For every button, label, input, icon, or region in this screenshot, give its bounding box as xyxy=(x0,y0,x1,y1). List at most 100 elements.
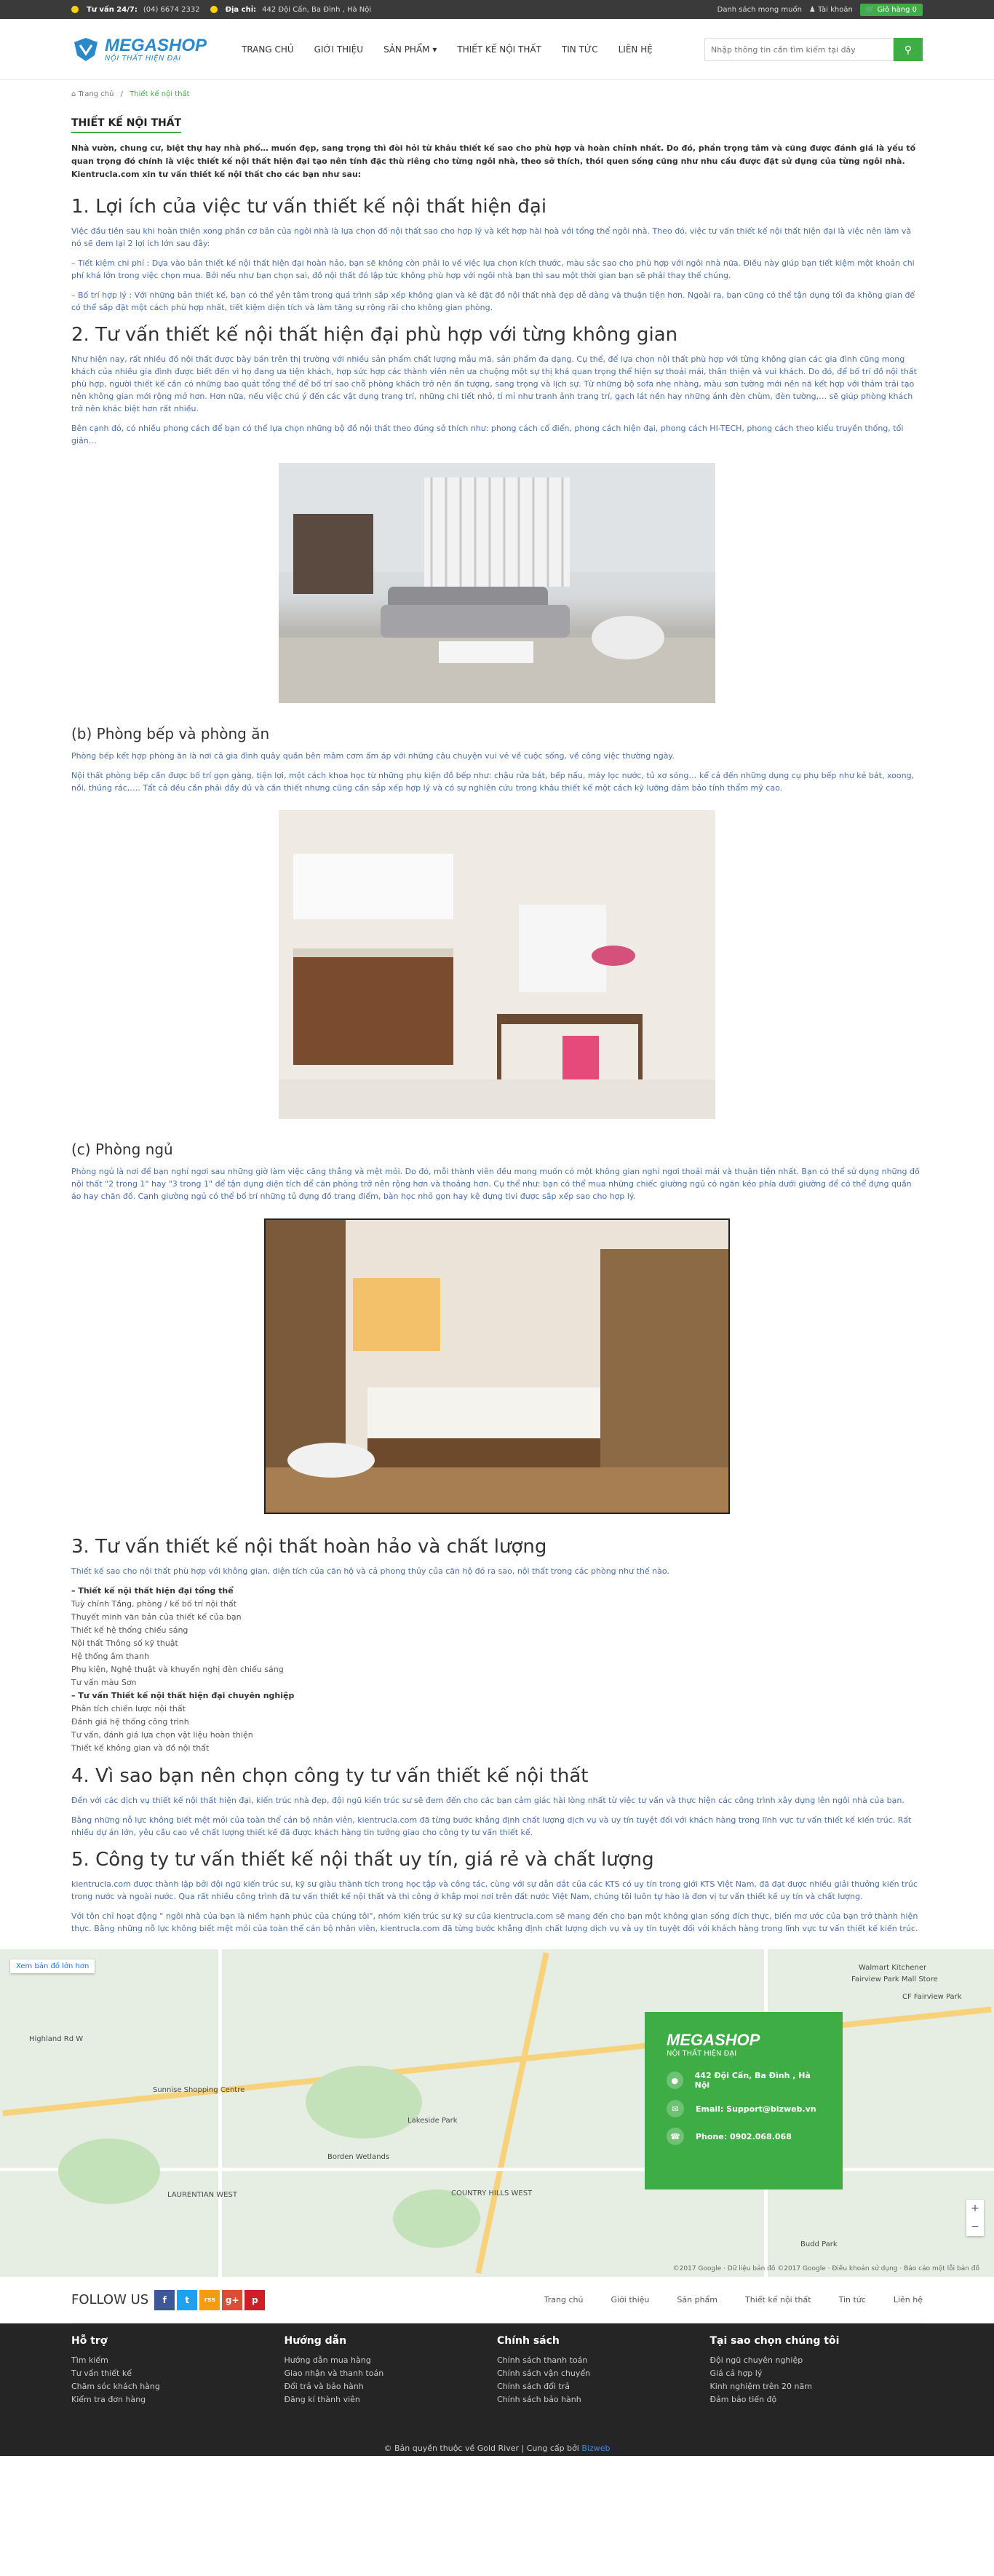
footer-col-guide: Hướng dẫn Hướng dẫn mua hàng Giao nhận v… xyxy=(285,2335,498,2406)
footer-link[interactable]: Tư vấn thiết kế xyxy=(71,2367,285,2380)
list-item: – Tư vấn Thiết kế nội thất hiện đại chuy… xyxy=(71,1691,295,1700)
footer-link[interactable]: Chính sách đổi trả xyxy=(497,2380,710,2393)
copyright-text: © Bản quyền thuộc về Gold River | Cung c… xyxy=(383,2444,579,2453)
facebook-icon[interactable]: f xyxy=(154,2289,175,2310)
wishlist-link[interactable]: Danh sách mong muốn xyxy=(717,6,802,14)
twitter-icon[interactable]: t xyxy=(177,2289,198,2310)
article: THIẾT KẾ NỘI THẤT Nhà vườn, chung cư, bi… xyxy=(71,98,923,1935)
footer-link[interactable]: Tìm kiếm xyxy=(71,2354,285,2367)
footer-nav-news[interactable]: Tin tức xyxy=(839,2295,866,2304)
footer-link[interactable]: Đăng kí thành viên xyxy=(285,2393,498,2406)
footer-col-title: Hướng dẫn xyxy=(284,2335,347,2347)
follow-label: FOLLOW US xyxy=(71,2292,149,2307)
footer-col-why-us: Tại sao chọn chúng tôi Đội ngũ chuyên ng… xyxy=(710,2335,923,2406)
breadcrumb-separator: / xyxy=(120,90,124,98)
card-phone-row: ☎ Phone: 0902.068.068 xyxy=(667,2128,821,2145)
address-text: 442 Đội Cấn, Ba Đình , Hà Nội xyxy=(262,5,372,14)
account-link[interactable]: ♟ Tài khoản xyxy=(809,6,853,14)
nav-interior-design[interactable]: THIẾT KẾ NỘI THẤT xyxy=(447,19,552,80)
footer-link[interactable]: Hướng dẫn mua hàng xyxy=(285,2354,498,2367)
footer-link[interactable]: Chính sách thanh toán xyxy=(497,2354,710,2367)
section-2b-paragraph-2: Nội thất phòng bếp cần được bố trí gọn g… xyxy=(71,771,915,793)
footer-link[interactable]: Chính sách vận chuyển xyxy=(497,2367,710,2380)
map-zoom-control[interactable]: + − xyxy=(966,2200,984,2236)
store-map[interactable]: Sunnise Shopping Centre LAURENTIAN WEST … xyxy=(0,1949,994,2277)
card-email[interactable]: Email: Support@bizweb.vn xyxy=(696,2104,816,2114)
map-attribution: ©2017 Google · Dữ liệu bản đồ ©2017 Goog… xyxy=(672,2265,979,2272)
section-2-paragraph: Như hiện nay, rất nhiều đồ nội thất được… xyxy=(71,354,917,413)
search-icon: ⚲ xyxy=(904,43,913,55)
user-icon: ♟ xyxy=(808,5,819,14)
nav-home[interactable]: TRANG CHỦ xyxy=(231,19,304,80)
map-label: Borden Wetlands xyxy=(327,2153,390,2161)
list-item: Nội thất Thông số kỹ thuật xyxy=(71,1638,178,1648)
breadcrumb-home[interactable]: Trang chủ xyxy=(79,90,114,98)
page-title: THIẾT KẾ NỘI THẤT xyxy=(71,117,182,133)
top-bar: Tư vấn 24/7: (04) 6674 2332 Địa chỉ: 442… xyxy=(0,0,994,19)
cart-icon: 🛒 xyxy=(865,5,878,14)
rss-icon[interactable]: rss xyxy=(199,2289,220,2310)
section-1-benefit-layout: – Bố trí hợp lý : Với những bản thiết kế… xyxy=(71,290,915,312)
provider-link[interactable]: Bizweb xyxy=(581,2444,610,2453)
list-item: Tuỳ chỉnh Tầng, phòng / kế bố trí nội th… xyxy=(71,1599,237,1609)
footer-link[interactable]: Đổi trả và bảo hành xyxy=(285,2380,498,2393)
footer-col-policy: Chính sách Chính sách thanh toán Chính s… xyxy=(497,2335,710,2406)
card-address-row: ● 442 Đội Cấn, Ba Đình , Hà Nội xyxy=(667,2071,821,2090)
cart-button[interactable]: 🛒 Giỏ hàng 0 xyxy=(859,3,923,16)
section-5-title: 5. Công ty tư vấn thiết kế nội thất uy t… xyxy=(71,1849,654,1871)
phone-icon xyxy=(71,5,81,14)
logo[interactable]: MEGASHOP NỘI THẤT HIỆN ĐẠI xyxy=(71,35,217,64)
address-label: Địa chỉ: xyxy=(225,5,257,14)
footer-link[interactable]: Kiểm tra đơn hàng xyxy=(71,2393,285,2406)
section-2c-title: (c) Phòng ngủ xyxy=(71,1141,173,1158)
footer-nav-interior[interactable]: Thiết kế nội thất xyxy=(745,2295,811,2304)
section-4-paragraph-1: Đến với các dịch vụ thiết kế nội thất hi… xyxy=(71,1796,904,1805)
footer-nav: Trang chủ Giới thiệu Sản phẩm Thiết kế n… xyxy=(544,2295,923,2304)
nav-about[interactable]: GIỚI THIỆU xyxy=(304,19,373,80)
card-phone[interactable]: Phone: 0902.068.068 xyxy=(696,2132,792,2141)
map-expand-link[interactable]: Xem bản đồ lớn hơn xyxy=(10,1959,95,1973)
map-label: Fairview Park Mall Store xyxy=(851,1975,938,1983)
footer-nav-contact[interactable]: Liên hệ xyxy=(894,2295,923,2304)
logo-name: MEGASHOP xyxy=(105,35,207,55)
search-button[interactable]: ⚲ xyxy=(894,38,923,61)
breadcrumb-current: Thiết kế nội thất xyxy=(130,90,190,98)
section-2-title: 2. Tư vấn thiết kế nội thất hiện đại phù… xyxy=(71,324,678,346)
pinterest-icon[interactable]: p xyxy=(244,2289,266,2310)
map-label: Lakeside Park xyxy=(407,2117,458,2125)
footer-link[interactable]: Giao nhận và thanh toán xyxy=(285,2367,498,2380)
nav-contact[interactable]: LIÊN HỆ xyxy=(608,19,663,80)
nav-products[interactable]: SẢN PHẨM ▾ xyxy=(373,19,447,80)
logo-tagline: NỘI THẤT HIỆN ĐẠI xyxy=(105,54,181,63)
living-room-image xyxy=(279,463,715,703)
section-3-title: 3. Tư vấn thiết kế nội thất hoàn hảo và … xyxy=(71,1536,547,1558)
map-label: LAURENTIAN WEST xyxy=(167,2191,237,2199)
footer-link[interactable]: Chăm sóc khách hàng xyxy=(71,2380,285,2393)
list-item: Thiết kế hệ thống chiếu sáng xyxy=(71,1625,188,1635)
footer-link[interactable]: Chính sách bảo hành xyxy=(497,2393,710,2406)
section-2-styles: Bên cạnh đó, có nhiều phong cách để bạn … xyxy=(71,424,904,445)
footer-link[interactable]: Kinh nghiệm trên 20 năm xyxy=(710,2380,923,2393)
footer-nav-about[interactable]: Giới thiệu xyxy=(611,2295,649,2304)
nav-news[interactable]: TIN TỨC xyxy=(552,19,608,80)
footer-col-title: Chính sách xyxy=(497,2335,560,2347)
card-tagline: NỘI THẤT HIỆN ĐẠI xyxy=(667,2050,737,2058)
breadcrumb: ⌂ Trang chủ / Thiết kế nội thất xyxy=(71,90,923,98)
search-input[interactable] xyxy=(704,38,894,61)
footer-nav-products[interactable]: Sản phẩm xyxy=(677,2295,717,2304)
section-5-paragraph-1: kientrucla.com được thành lập bởi đội ng… xyxy=(71,1879,918,1901)
hotline-number[interactable]: (04) 6674 2332 xyxy=(143,6,200,14)
mail-icon: ✉ xyxy=(667,2100,684,2117)
list-item: – Thiết kế nội thất hiện đại tổng thể xyxy=(71,1586,234,1596)
list-item: Thiết kế không gian và đồ nội thất xyxy=(71,1743,210,1753)
footer-nav-home[interactable]: Trang chủ xyxy=(544,2295,584,2304)
list-item: Tư vấn màu Sơn xyxy=(71,1678,137,1687)
follow-bar: FOLLOW US f t rss g+ p Trang chủ Giới th… xyxy=(71,2277,923,2323)
list-item: Thuyết minh văn bản của thiết kế của bạn xyxy=(71,1612,242,1622)
google-plus-icon[interactable]: g+ xyxy=(222,2289,243,2310)
footer-link[interactable]: Đội ngũ chuyên nghiệp xyxy=(710,2354,923,2367)
map-label: Walmart Kitchener xyxy=(859,1964,927,1972)
footer-link[interactable]: Giá cả hợp lý xyxy=(710,2367,923,2380)
bedroom-image xyxy=(264,1218,730,1514)
footer-link[interactable]: Đảm bảo tiến độ xyxy=(710,2393,923,2406)
